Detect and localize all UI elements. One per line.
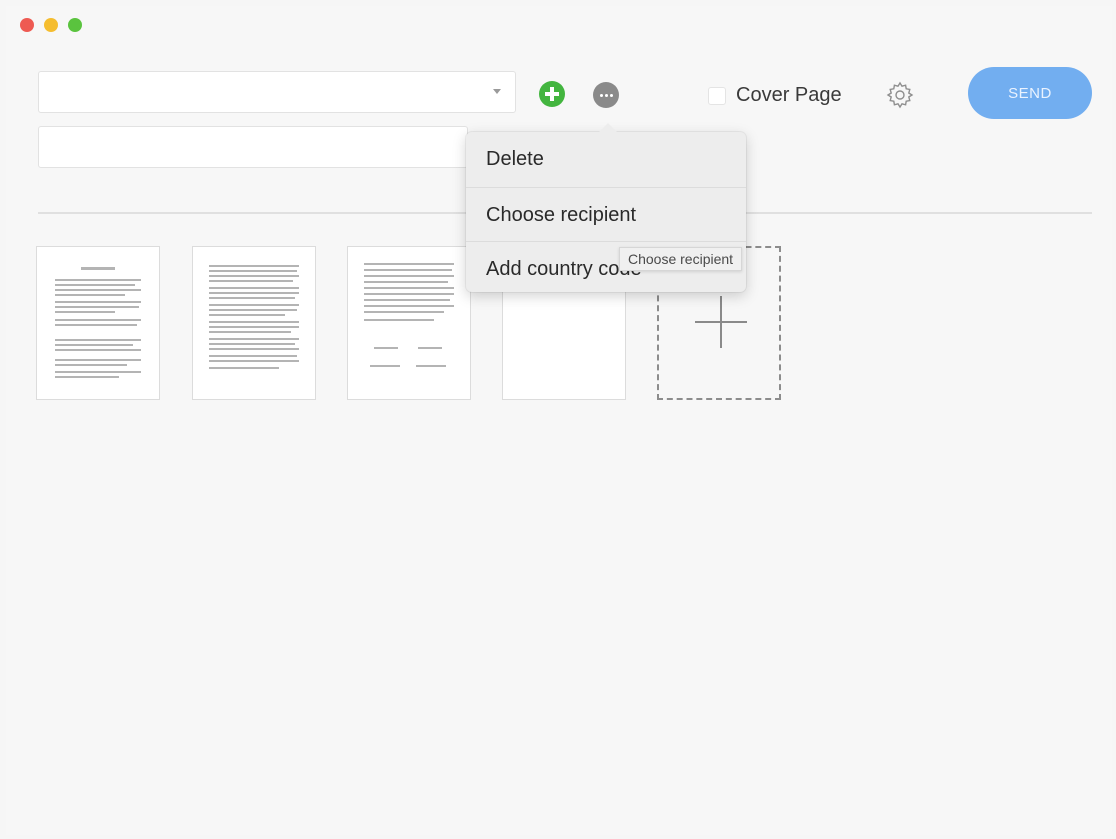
menu-item-label: Choose recipient	[486, 203, 637, 226]
ellipsis-dot	[604, 93, 608, 97]
page-thumbnail-1[interactable]	[36, 246, 160, 400]
page-thumbnail-2[interactable]	[192, 246, 316, 400]
more-options-button[interactable]	[593, 82, 619, 108]
page-thumbnail-3[interactable]	[347, 246, 471, 400]
menu-item-delete[interactable]: Delete	[466, 132, 746, 186]
document-preview	[55, 267, 141, 378]
cover-page-label: Cover Page	[736, 84, 842, 106]
fax-window: Cover Page SEND Delete Choose recipient …	[6, 6, 1112, 835]
recipient-input[interactable]	[39, 72, 515, 112]
menu-item-label: Delete	[486, 147, 544, 170]
cover-page-option[interactable]: Cover Page	[708, 84, 842, 107]
subject-field[interactable]	[38, 126, 468, 168]
chevron-down-icon[interactable]	[493, 89, 501, 94]
document-preview	[209, 265, 299, 369]
maximize-window-button[interactable]	[68, 18, 82, 32]
subject-input[interactable]	[39, 127, 467, 167]
close-window-button[interactable]	[20, 18, 34, 32]
tooltip: Choose recipient	[619, 247, 743, 271]
send-button[interactable]: SEND	[968, 67, 1092, 119]
minimize-window-button[interactable]	[44, 18, 58, 32]
document-preview	[364, 263, 454, 367]
recipient-combobox[interactable]	[38, 71, 516, 113]
ellipsis-dot	[609, 93, 613, 97]
menu-item-choose-recipient[interactable]: Choose recipient	[466, 188, 746, 242]
cover-page-checkbox[interactable]	[708, 86, 726, 105]
ellipsis-dot	[599, 93, 603, 97]
gear-icon[interactable]	[885, 80, 915, 110]
window-controls	[20, 18, 82, 32]
add-recipient-button[interactable]	[539, 81, 565, 107]
